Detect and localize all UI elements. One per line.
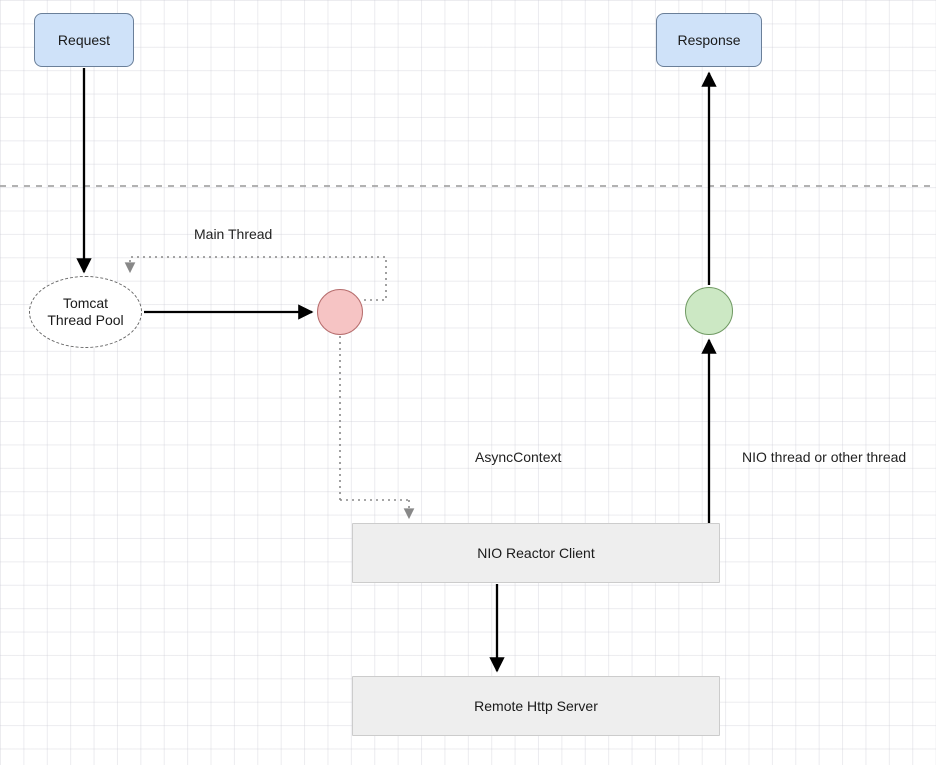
- tomcat-pool-line2: Thread Pool: [47, 312, 123, 330]
- nio-reactor-client-node: NIO Reactor Client: [352, 523, 720, 583]
- tomcat-thread-pool-node: Tomcat Thread Pool: [29, 276, 142, 348]
- main-thread-circle: [317, 289, 363, 335]
- async-context-label: AsyncContext: [475, 449, 561, 465]
- background-grid: [0, 0, 936, 765]
- response-node: Response: [656, 13, 762, 67]
- nio-thread-label: NIO thread or other thread: [742, 449, 906, 465]
- request-node: Request: [34, 13, 134, 67]
- tomcat-pool-line1: Tomcat: [63, 295, 108, 313]
- main-thread-label: Main Thread: [194, 226, 272, 242]
- arrows-overlay: [0, 0, 936, 765]
- remote-http-server-node: Remote Http Server: [352, 676, 720, 736]
- response-thread-circle: [685, 287, 733, 335]
- arrows-overlay-2: [0, 0, 936, 765]
